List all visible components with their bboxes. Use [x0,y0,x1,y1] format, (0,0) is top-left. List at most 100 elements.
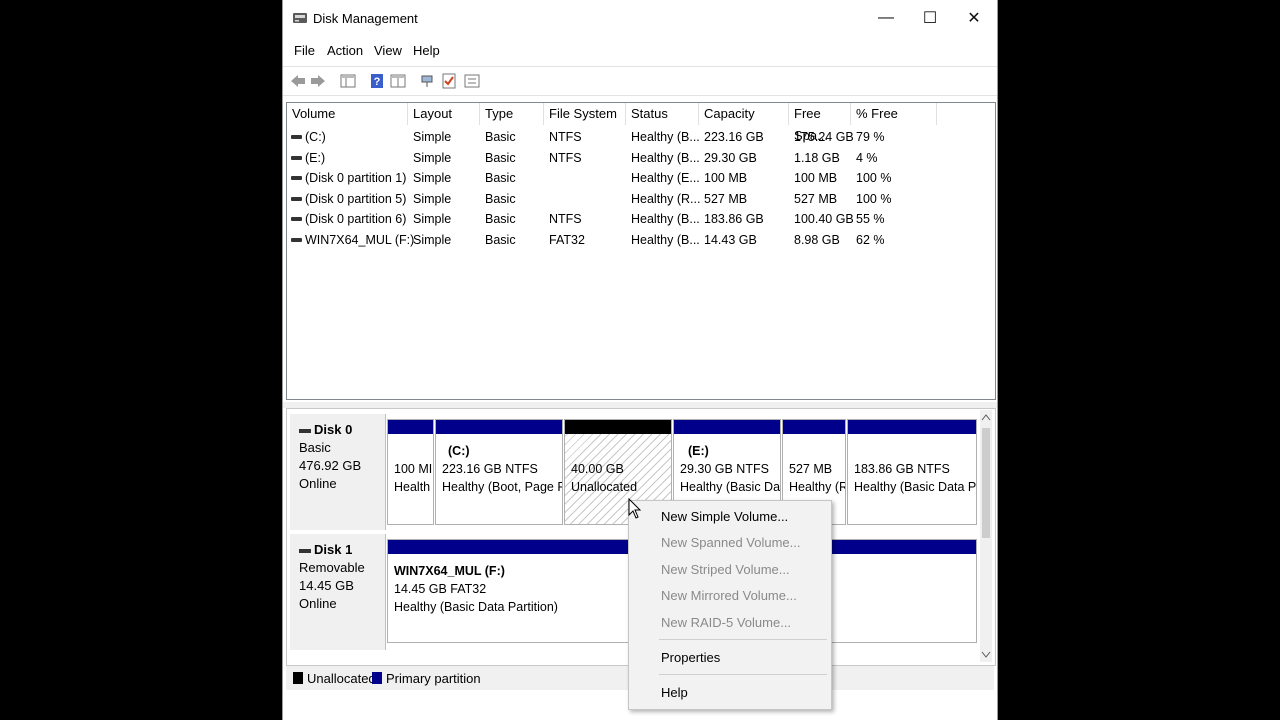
checklist-icon[interactable] [440,72,458,90]
cell-layout: Simple [413,212,452,226]
cell-layout: Simple [413,130,452,144]
cell-fs: NTFS [549,212,582,226]
cell-volume: (C:) [305,130,326,144]
cell-status: Healthy (R... [631,191,701,206]
menu-separator [659,674,827,675]
menu-properties[interactable]: Properties [661,650,720,665]
cell-fs: NTFS [549,130,582,144]
partition-label: (C:) [448,444,470,458]
menu-help-item[interactable]: Help [661,685,688,700]
cell-pct: 100 % [856,171,892,185]
back-arrow-icon[interactable] [289,72,307,90]
legend-primary-partition: Primary partition [386,671,481,686]
disk-0-partition-c[interactable]: (C:) 223.16 GB NTFS Healthy (Boot, Page … [435,419,563,525]
close-button[interactable]: ✕ [951,0,997,36]
column-header-file-system[interactable]: File System [544,103,626,125]
menu-action[interactable]: Action [327,43,363,58]
cell-volume: WIN7X64_MUL (F:) [305,232,415,247]
unallocated-swatch [293,672,303,684]
disk-0-type: Basic [299,440,331,455]
unallocated-bar [565,420,671,434]
partition-status: Healthy (Boot, Page Fil [442,480,563,494]
cell-pct: 79 % [856,130,885,144]
disk-0-name: Disk 0 [314,422,353,437]
table-row[interactable]: (Disk 0 partition 1) Simple Basic Healthy (… [287,168,987,188]
table-row[interactable]: WIN7X64_MUL (F:) Simple Basic FAT32 Healthy … [287,230,987,250]
disk-1-size: 14.45 GB [299,578,354,593]
partition-size: 527 MB [789,462,833,476]
column-header-type[interactable]: Type [480,103,544,125]
menu-new-simple-volume[interactable]: New Simple Volume... [661,509,788,524]
menu-help[interactable]: Help [413,43,440,58]
column-header-volume[interactable]: Volume [287,103,408,125]
cell-capacity: 29.30 GB [704,150,757,165]
mouse-cursor-icon [628,498,642,519]
cell-type: Basic [485,212,516,226]
cell-status: Healthy (B... [631,130,700,144]
partition-label: (E:) [688,444,709,458]
column-header-capacity[interactable]: Capacity [699,103,789,125]
column-header-status[interactable]: Status [626,103,699,125]
cell-status: Healthy (B... [631,150,700,165]
menu-new-spanned-volume[interactable]: New Spanned Volume... [661,535,800,550]
primary-partition-bar [674,420,780,434]
disk-0-state: Online [299,476,337,491]
partition-status: Health [394,480,431,494]
cell-pct: 55 % [856,212,885,226]
maximize-button[interactable]: ☐ [907,0,953,36]
cell-pct: 4 % [856,150,878,165]
cell-pct: 100 % [856,191,892,206]
scroll-up-icon[interactable] [980,412,992,422]
cell-free: 527 MB [794,191,838,206]
column-header-layout[interactable]: Layout [408,103,480,125]
vertical-scrollbar[interactable] [980,410,992,662]
menu-file[interactable]: File [294,43,315,58]
partition-size: 40.00 GB [571,462,624,476]
cell-layout: Simple [413,232,452,247]
disk-icon [299,548,311,553]
cell-free: 100.40 GB [794,212,854,226]
toolbar: ? [283,66,997,96]
disk-0-partition-1[interactable]: 100 MI Health [387,419,434,525]
help-icon[interactable]: ? [368,72,386,90]
connect-icon[interactable] [418,72,436,90]
cell-status: Healthy (B... [631,232,700,247]
volume-icon [291,237,302,242]
cell-volume: (Disk 0 partition 6) [305,212,407,226]
volume-icon [291,155,302,160]
menu-separator [659,639,827,640]
disk-management-icon [293,13,307,23]
minimize-button[interactable]: — [863,0,909,36]
cell-type: Basic [485,130,516,144]
properties-pane-icon[interactable] [389,72,407,90]
scroll-thumb[interactable] [982,428,990,538]
cell-fs: FAT32 [549,232,585,247]
show-hide-console-tree-icon[interactable] [339,72,357,90]
table-row[interactable]: (Disk 0 partition 5) Simple Basic Healthy (… [287,189,987,209]
cell-capacity: 100 MB [704,171,748,185]
forward-arrow-icon[interactable] [309,72,327,90]
scroll-down-icon[interactable] [980,650,992,660]
cell-layout: Simple [413,171,452,185]
disk-0-partition-6[interactable]: 183.86 GB NTFS Healthy (Basic Data Par [847,419,977,525]
title-bar: Disk Management — ☐ ✕ [283,0,997,38]
menu-new-raid5-volume[interactable]: New RAID-5 Volume... [661,615,791,630]
menu-view[interactable]: View [374,43,402,58]
column-header-percent-free[interactable]: % Free [851,103,937,125]
disk-0-label[interactable]: Disk 0 Basic 476.92 GB Online [290,414,386,530]
partition-size: 14.45 GB FAT32 [394,582,487,596]
primary-partition-bar [848,420,976,434]
cell-capacity: 14.43 GB [704,232,757,247]
column-header-free-space[interactable]: Free Spa... [789,103,851,143]
disk-0-size: 476.92 GB [299,458,362,473]
table-row[interactable]: (E:) Simple Basic NTFS Healthy (B... 29.30 GB… [287,148,987,168]
disk-1-label[interactable]: Disk 1 Removable 14.45 GB Online [290,534,386,650]
list-view-icon[interactable] [463,72,481,90]
menu-new-striped-volume[interactable]: New Striped Volume... [661,562,790,577]
cell-capacity: 527 MB [704,191,748,206]
primary-partition-swatch [372,672,382,684]
cell-type: Basic [485,191,516,206]
table-row[interactable]: (Disk 0 partition 6) Simple Basic NTFS Healt… [287,209,987,229]
menu-new-mirrored-volume[interactable]: New Mirrored Volume... [661,588,797,603]
table-row[interactable]: (C:) Simple Basic NTFS Healthy (B... 223.16 G… [287,127,987,147]
